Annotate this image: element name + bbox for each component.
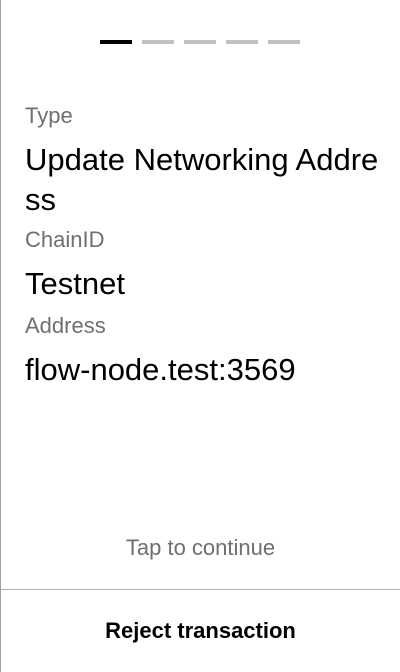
page-indicator-step-4 [226,40,258,44]
page-indicator-step-5 [268,40,300,44]
reject-transaction-label: Reject transaction [105,618,296,643]
page-indicator [100,40,300,44]
tap-to-continue-hint: Tap to continue [125,535,276,560]
page-indicator-step-1 [100,40,132,44]
type-label: Type [25,103,73,128]
address-label: Address [25,313,106,338]
chain-id-value: Testnet [25,266,125,301]
type-value: Update Networking Address [25,142,379,217]
transaction-details: Type Update Networking Address ChainID T… [25,102,385,390]
page-indicator-step-2 [142,40,174,44]
review-screen[interactable]: Type Update Networking Address ChainID T… [0,0,400,672]
reject-transaction-button[interactable]: Reject transaction [1,590,400,672]
address-value: flow-node.test:3569 [25,352,296,387]
page-indicator-step-3 [184,40,216,44]
chain-id-label: ChainID [25,227,105,252]
